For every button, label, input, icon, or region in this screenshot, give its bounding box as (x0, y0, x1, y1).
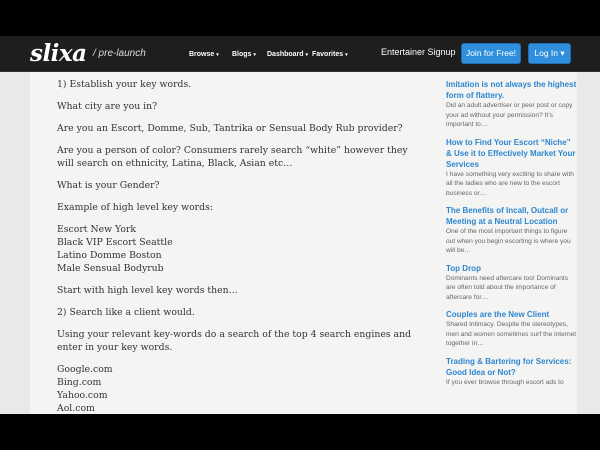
device-frame: slixa / pre-launch Browse ▾ Blogs ▾ Dash… (0, 0, 600, 450)
article-body: 1) Establish your key words. What city a… (57, 78, 417, 414)
keyword-example: Latino Domme Boston (57, 250, 162, 261)
article-paragraph: What city are you in? (57, 101, 158, 112)
sidebar-post: Imitation is not always the highest form… (446, 79, 578, 130)
page-viewport: 1) Establish your key words. What city a… (0, 72, 600, 414)
nav-blogs[interactable]: Blogs ▾ (232, 51, 256, 58)
right-margin (577, 72, 600, 414)
sidebar-post: Couples are the New Client Shared Intima… (446, 309, 578, 349)
article-paragraph: Are you a person of color? Consumers rar… (57, 145, 408, 169)
chevron-down-icon: ▾ (305, 52, 309, 58)
keyword-example: Male Sensual Bodyrub (57, 263, 164, 274)
sidebar-post: The Benefits of Incall, Outcall or Meeti… (446, 205, 578, 256)
article-paragraph: Are you an Escort, Domme, Sub, Tantrika … (57, 123, 403, 134)
sidebar-post-excerpt: Did an adult advertiser or peer post or … (446, 102, 573, 128)
sidebar-post-excerpt: Shared Intimacy. Despite the stereotypes… (446, 321, 577, 347)
sidebar-post-title[interactable]: Top Drop (446, 263, 578, 274)
sidebar-post: Trading & Bartering for Services: Good I… (446, 356, 578, 388)
nav-blogs-label: Blogs (232, 51, 252, 58)
sidebar-post-title[interactable]: Couples are the New Client (446, 309, 578, 320)
nav-browse[interactable]: Browse ▾ (189, 51, 219, 58)
chevron-down-icon: ▾ (345, 52, 348, 58)
article-paragraph: 1) Establish your key words. (57, 79, 192, 90)
login-button[interactable]: Log In ▾ (528, 43, 571, 64)
article-paragraph: Start with high level key words then… (57, 285, 238, 296)
nav-favorites[interactable]: Favorites ▾ (312, 51, 348, 58)
search-engine: Yahoo.com (57, 390, 108, 401)
nav-dashboard[interactable]: Dashboard ▾ (267, 51, 308, 58)
nav-dashboard-label: Dashboard (267, 51, 304, 58)
sidebar-post-excerpt: If you ever browse through escort ads to (446, 378, 564, 386)
sidebar-post-title[interactable]: The Benefits of Incall, Outcall or Meeti… (446, 205, 578, 227)
entertainer-signup-link[interactable]: Entertainer Signup (381, 47, 456, 57)
article-paragraph: 2) Search like a client would. (57, 307, 195, 318)
sidebar-post-excerpt: One of the most important things to figu… (446, 228, 571, 254)
article-paragraph: Example of high level key words: (57, 202, 213, 213)
related-posts-sidebar: Imitation is not always the highest form… (446, 79, 578, 394)
sidebar-post-excerpt: Dominants need aftercare too! Dominants … (446, 274, 569, 301)
sidebar-post-title[interactable]: Imitation is not always the highest form… (446, 79, 578, 101)
site-logo[interactable]: slixa (30, 40, 87, 67)
sidebar-post: Top Drop Dominants need aftercare too! D… (446, 263, 578, 303)
sidebar-post-title[interactable]: How to Find Your Escort “Niche” & Use it… (446, 137, 578, 170)
article-paragraph: Using your relevant key-words do a searc… (57, 329, 412, 353)
sidebar-post: How to Find Your Escort “Niche” & Use it… (446, 137, 578, 199)
logo-subtitle: / pre-launch (93, 48, 146, 59)
keyword-example: Black VIP Escort Seattle (57, 237, 173, 248)
left-margin (0, 72, 30, 414)
chevron-down-icon: ▾ (253, 52, 256, 58)
article-paragraph: What is your Gender? (57, 180, 160, 191)
top-navbar: slixa / pre-launch Browse ▾ Blogs ▾ Dash… (0, 36, 600, 72)
nav-favorites-label: Favorites (312, 51, 344, 58)
sidebar-post-excerpt: I have something very exciting to share … (446, 170, 574, 197)
search-engine: Google.com (57, 364, 113, 375)
search-engine: Bing.com (57, 377, 102, 388)
sidebar-post-title[interactable]: Trading & Bartering for Services: Good I… (446, 356, 578, 378)
keyword-example: Escort New York (57, 224, 137, 235)
join-button[interactable]: Join for Free! (461, 43, 521, 64)
nav-browse-label: Browse (189, 51, 215, 58)
chevron-down-icon: ▾ (216, 52, 219, 58)
search-engine: Aol.com (57, 403, 95, 414)
